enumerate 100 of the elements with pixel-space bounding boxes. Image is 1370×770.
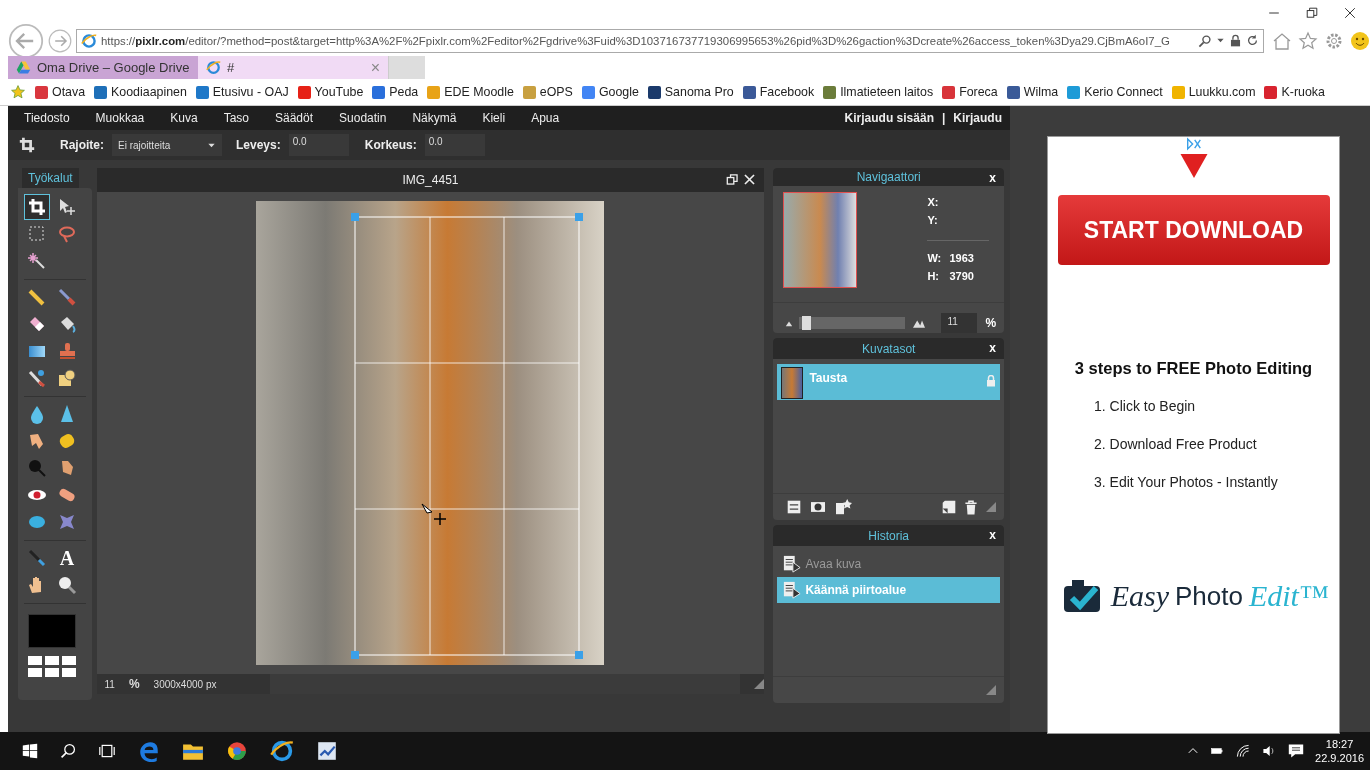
zoom-icon	[57, 575, 77, 595]
refresh-icon[interactable]	[1246, 34, 1259, 48]
bookmark-link[interactable]: Peda	[389, 85, 419, 100]
clock-time[interactable]: 18:27	[1315, 737, 1364, 751]
picker-icon	[27, 548, 47, 568]
pinwheel-icon[interactable]	[226, 740, 248, 762]
bookmark-link[interactable]: Google	[598, 85, 639, 100]
document-title: IMG_4451	[402, 173, 459, 187]
close-button[interactable]: x	[989, 171, 996, 185]
color-swatch[interactable]	[28, 614, 76, 648]
logo-text: Easy	[1110, 579, 1169, 613]
bookmark-link[interactable]: Koodiaapinen	[111, 85, 187, 100]
zoom-slider[interactable]	[799, 317, 906, 329]
move-cursor-icon	[421, 503, 448, 527]
edge-browser-icon[interactable]	[138, 740, 160, 762]
new-layer-icon[interactable]	[942, 500, 956, 514]
zoom-field[interactable]: 11	[941, 313, 978, 333]
height-value: 3790	[949, 270, 975, 285]
slider-handle[interactable]	[802, 316, 812, 330]
logo-text: Edit™	[1248, 579, 1329, 613]
task-view-icon[interactable]	[98, 743, 116, 759]
bookmark-link[interactable]: eOPS	[539, 85, 573, 100]
bookmark-link[interactable]: Luukku.com	[1188, 85, 1256, 100]
login-link[interactable]: Kirjaudu sisään	[844, 111, 934, 125]
mask-icon[interactable]	[809, 500, 828, 514]
notification-icon[interactable]	[1287, 743, 1306, 759]
resize-corner-icon[interactable]	[754, 679, 765, 689]
browser-logo-icon	[81, 32, 97, 49]
photo-placeholder	[781, 367, 804, 399]
menu-item[interactable]: Taso	[223, 111, 249, 125]
browser-logo-icon[interactable]	[270, 739, 294, 763]
bookmark-link[interactable]: YouTube	[314, 85, 364, 100]
bookmark-link[interactable]: Etusivu - OAJ	[212, 85, 289, 100]
crop-icon	[18, 136, 36, 154]
lock-icon	[1229, 34, 1242, 48]
bookmark-link[interactable]: Ilmatieteen laitos	[840, 85, 934, 100]
type-tool-button[interactable]: A	[54, 545, 80, 571]
layer-effect-icon[interactable]	[835, 499, 854, 515]
trash-icon[interactable]	[964, 499, 978, 515]
smiley-icon[interactable]	[1350, 30, 1370, 51]
bookmark-link[interactable]: EDE Moodle	[444, 85, 514, 100]
shape-icon	[57, 368, 77, 388]
step-text: 2. Download Free Product	[1094, 436, 1258, 452]
step-text: 1. Click to Begin	[1094, 398, 1197, 414]
menu-item[interactable]: Kuva	[170, 111, 198, 125]
menu-item[interactable]: Näkymä	[412, 111, 457, 125]
replace-icon	[27, 368, 47, 388]
menu-item[interactable]: Suodatin	[339, 111, 387, 125]
menu-item[interactable]: Tiedosto	[24, 111, 70, 125]
restore-icon[interactable]	[1306, 6, 1318, 19]
search-icon[interactable]	[60, 743, 76, 759]
browser-logo-icon	[206, 60, 221, 75]
address-bar[interactable]: https://pixlr.com/editor/?method=post&target=http%3A%2F%2Fpixlr.com%2Feditor%2Fgdrive%3Fuid%3D103716737719306995653%26pid%3D%26gaction%3Dcreate%26access_token%3Dya29.CjBmA6oI7_G	[76, 28, 1264, 53]
layer-settings-icon[interactable]	[787, 500, 802, 514]
wifi-icon[interactable]	[1235, 744, 1252, 758]
download-button[interactable]: START DOWNLOAD	[1057, 195, 1330, 265]
width-label: Leveys:	[236, 138, 281, 152]
favorites-star-icon[interactable]	[10, 84, 26, 101]
bookmark-link[interactable]: Otava	[52, 85, 86, 100]
width-field[interactable]: 0.0	[288, 134, 349, 156]
crop-tool-button[interactable]	[24, 194, 50, 220]
height-field[interactable]: 0.0	[424, 134, 485, 156]
clock-date[interactable]: 22.9.2016	[1315, 751, 1364, 765]
bookmark-link[interactable]: Foreca	[959, 85, 998, 100]
menu-item[interactable]: Säädöt	[275, 111, 314, 125]
bookmark-link[interactable]: Sanoma Pro	[664, 85, 734, 100]
browser-tab[interactable]: # ×	[198, 55, 388, 80]
search-icon[interactable]	[1198, 33, 1212, 48]
bookmark-link[interactable]: Wilma	[1023, 85, 1059, 100]
menu-item[interactable]: Muokkaa	[95, 111, 145, 125]
register-link[interactable]: Kirjaudu	[953, 111, 1002, 125]
bookmark-link[interactable]: K-ruoka	[1281, 85, 1325, 100]
bookmark-link[interactable]: Kerio Connect	[1084, 85, 1163, 100]
step-text: 3. Edit Your Photos - Instantly	[1094, 474, 1278, 490]
constraint-dropdown[interactable]: Ei rajoitteita	[112, 134, 222, 156]
pinch-icon	[57, 512, 77, 532]
resize-corner-icon[interactable]	[986, 502, 996, 512]
crop-icon	[27, 197, 47, 217]
bookmark-link[interactable]: Facebook	[759, 85, 815, 100]
photo-placeholder[interactable]	[783, 192, 858, 288]
close-button[interactable]: x	[989, 341, 996, 355]
image-size-text: 3000x4000 px	[153, 678, 217, 690]
burn-icon	[27, 458, 47, 478]
height-label: Korkeus:	[364, 138, 417, 152]
separator-text: |	[941, 111, 946, 125]
chart-app-icon[interactable]	[316, 740, 338, 762]
triangle-logo-icon	[16, 60, 31, 75]
wand-icon	[27, 251, 47, 271]
star-icon[interactable]	[1298, 30, 1318, 51]
close-button[interactable]: x	[989, 528, 996, 542]
close-icon[interactable]	[1344, 6, 1356, 19]
restore-icon[interactable]	[726, 173, 740, 186]
move-icon	[57, 197, 77, 217]
menu-item[interactable]: Apua	[531, 111, 560, 125]
menu-item[interactable]: Kieli	[482, 111, 506, 125]
resize-corner-icon[interactable]	[986, 685, 996, 695]
browser-tab[interactable]: Oma Drive – Google Drive	[8, 55, 198, 80]
constraint-label: Rajoite:	[60, 138, 104, 152]
start-icon[interactable]	[22, 743, 38, 759]
width-value: 1963	[949, 252, 975, 267]
